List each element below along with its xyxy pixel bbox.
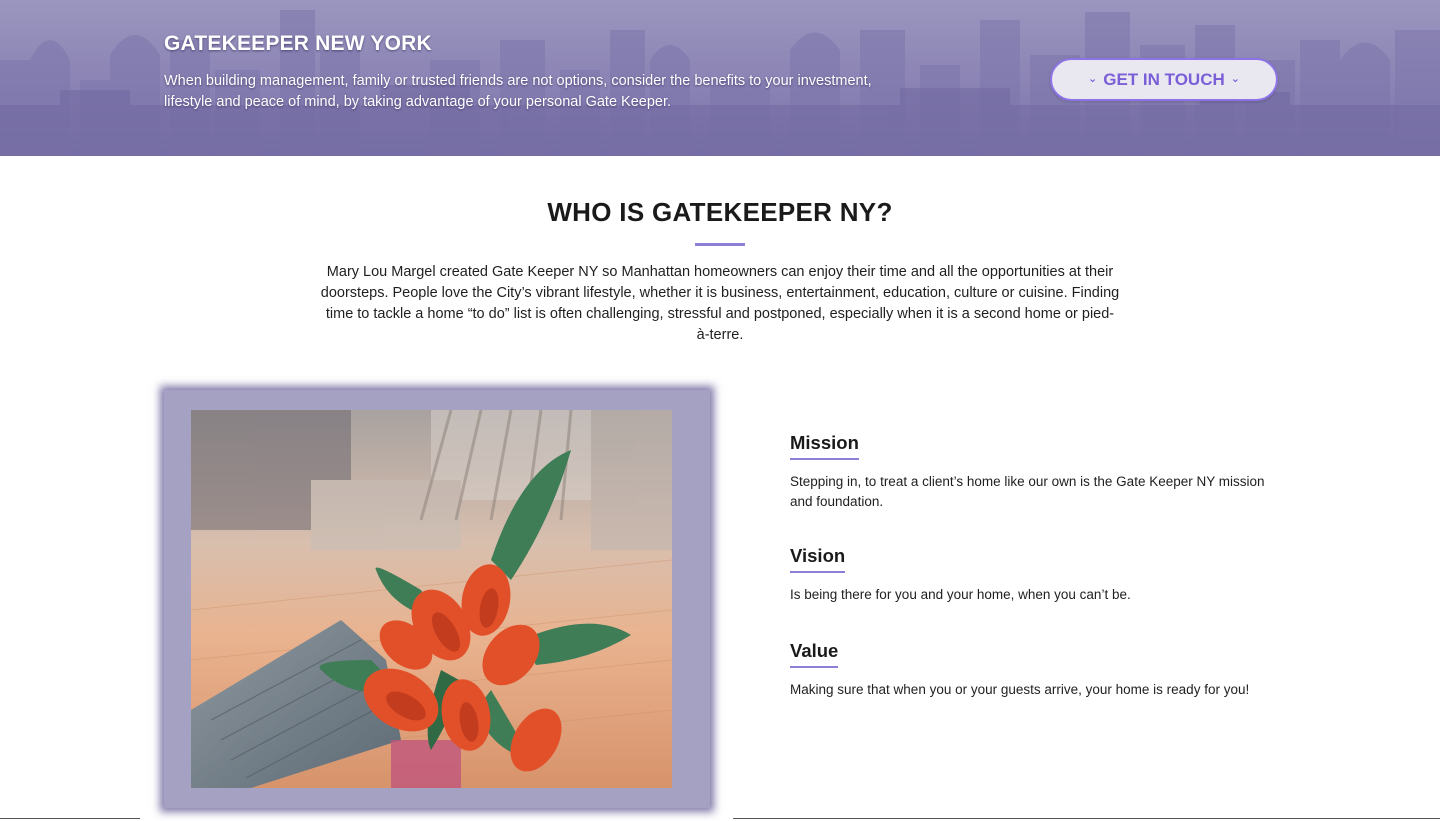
hero-title: GATEKEEPER NEW YORK <box>164 32 432 55</box>
feature-value: Value Making sure that when you or your … <box>790 640 1290 700</box>
feature-text: Making sure that when you or your guests… <box>790 682 1250 697</box>
photo-frame <box>164 390 710 808</box>
section-title: WHO IS GATEKEEPER NY? <box>547 197 893 227</box>
feature-text: Is being there for you and your home, wh… <box>790 587 1131 602</box>
feature-text: Stepping in, to treat a client’s home li… <box>790 474 1265 509</box>
divider <box>733 818 1440 819</box>
feature-mission: Mission Stepping in, to treat a client’s… <box>790 432 1290 511</box>
chevron-down-icon: ⌄ <box>1230 73 1240 85</box>
get-in-touch-label: GET IN TOUCH <box>1103 69 1225 89</box>
feature-title: Value <box>790 640 839 668</box>
feature-title: Vision <box>790 545 846 573</box>
feature-title: Mission <box>790 432 859 460</box>
about-description: Mary Lou Margel created Gate Keeper NY s… <box>320 264 1120 343</box>
feature-vision: Vision Is being there for you and your h… <box>790 545 1290 605</box>
tulip-bouquet-photo <box>191 410 672 788</box>
chevron-down-icon: ⌄ <box>1088 73 1098 85</box>
hero-description: When building management, family or trus… <box>164 73 872 110</box>
get-in-touch-button[interactable]: ⌄ GET IN TOUCH ⌄ <box>1050 58 1278 101</box>
hero-banner: GATEKEEPER NEW YORK When building manage… <box>0 0 1440 156</box>
title-underline <box>695 243 745 246</box>
divider <box>0 818 140 819</box>
tulip-photo-illustration <box>191 410 672 788</box>
